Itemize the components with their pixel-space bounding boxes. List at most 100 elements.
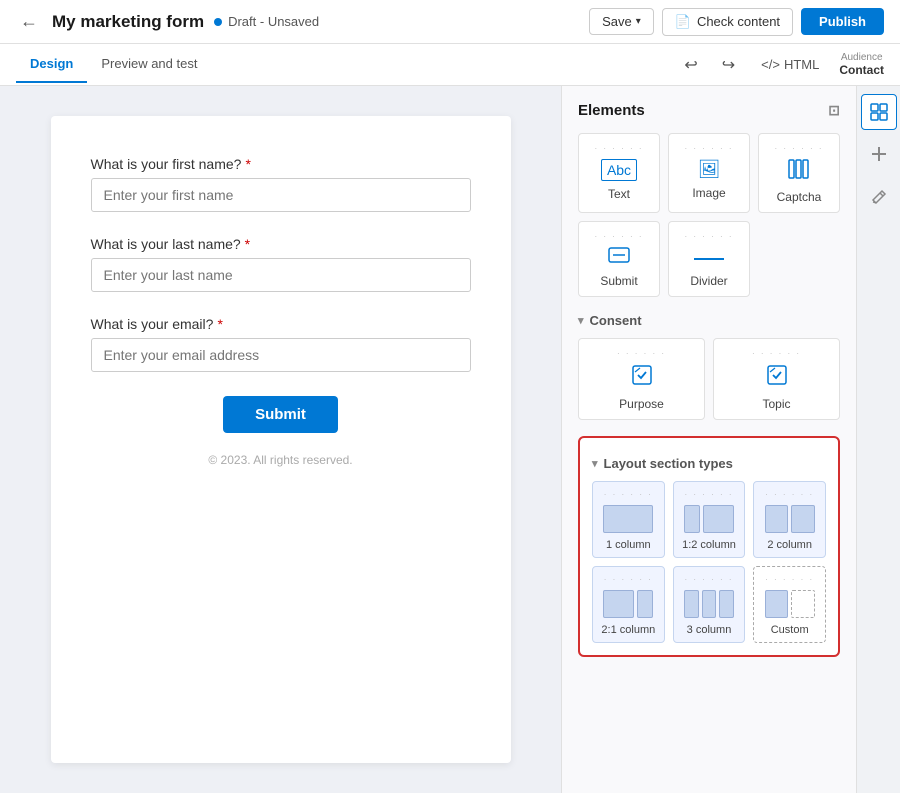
image-label: Image bbox=[692, 186, 725, 200]
element-divider[interactable]: · · · · · · Divider bbox=[668, 221, 750, 297]
layout-section-label: ▾ Layout section types bbox=[592, 456, 826, 471]
save-button[interactable]: Save ▾ bbox=[589, 8, 654, 35]
consent-section-label: ▾ Consent bbox=[578, 313, 840, 328]
elements-icon bbox=[870, 103, 888, 121]
audience-selector[interactable]: Audience Contact bbox=[839, 52, 884, 77]
edit-icon bbox=[870, 187, 888, 205]
page-title: My marketing form bbox=[52, 12, 204, 32]
collapse-icon[interactable]: ▾ bbox=[578, 314, 584, 327]
back-button[interactable]: ← bbox=[16, 7, 42, 36]
required-star-1: * bbox=[245, 156, 250, 172]
dots: · · · · · · bbox=[684, 144, 733, 153]
2col-icon bbox=[765, 505, 815, 533]
tab-preview[interactable]: Preview and test bbox=[87, 46, 211, 83]
element-topic[interactable]: · · · · · · Topic bbox=[713, 338, 840, 420]
dots: · · · · · · bbox=[617, 349, 666, 358]
sub-header: Design Preview and test ↩ ↪ </> HTML Aud… bbox=[0, 44, 900, 86]
form-card: What is your first name? * What is your … bbox=[51, 116, 511, 763]
consent-grid: · · · · · · Purpose · · · · · · bbox=[578, 338, 840, 420]
layout-2-1col[interactable]: · · · · · · 2:1 column bbox=[592, 566, 665, 643]
header: ← My marketing form Draft - Unsaved Save… bbox=[0, 0, 900, 44]
header-left: ← My marketing form Draft - Unsaved bbox=[16, 7, 577, 36]
divider-icon bbox=[694, 247, 724, 268]
strip-edit-button[interactable] bbox=[861, 178, 897, 214]
captcha-label: Captcha bbox=[777, 190, 822, 204]
text-label: Text bbox=[608, 187, 630, 201]
icon-strip bbox=[856, 86, 900, 793]
email-input[interactable] bbox=[91, 338, 471, 372]
field-label-email: What is your email? * bbox=[91, 316, 471, 332]
3col-icon bbox=[684, 590, 734, 618]
element-image[interactable]: · · · · · · 🖼 Image bbox=[668, 133, 750, 213]
undo-button[interactable]: ↩ bbox=[678, 51, 703, 79]
panel-title: Elements ⊡ bbox=[578, 102, 840, 119]
dots: · · · · · · bbox=[684, 490, 733, 499]
topic-label: Topic bbox=[762, 397, 790, 411]
dots: · · · · · · bbox=[604, 575, 653, 584]
3col-label: 3 column bbox=[687, 624, 732, 636]
firstname-input[interactable] bbox=[91, 178, 471, 212]
html-button[interactable]: </> HTML bbox=[753, 53, 827, 76]
submit-button[interactable]: Submit bbox=[223, 396, 338, 433]
chevron-down-icon: ▾ bbox=[636, 16, 641, 27]
layout-grid: · · · · · · 1 column · · · · · · bbox=[592, 481, 826, 643]
dots: · · · · · · bbox=[684, 575, 733, 584]
image-icon: 🖼 bbox=[698, 159, 721, 180]
check-content-button[interactable]: 📄 Check content bbox=[662, 8, 793, 36]
required-star-2: * bbox=[245, 236, 250, 252]
dots: · · · · · · bbox=[594, 232, 643, 241]
submit-label: Submit bbox=[600, 274, 637, 288]
element-text[interactable]: · · · · · · Abc Text bbox=[578, 133, 660, 213]
dots: · · · · · · bbox=[774, 144, 823, 153]
divider-label: Divider bbox=[690, 274, 727, 288]
dots: · · · · · · bbox=[594, 144, 643, 153]
draft-label: Draft - Unsaved bbox=[228, 14, 319, 29]
tab-design[interactable]: Design bbox=[16, 46, 87, 83]
panel-icon: ⊡ bbox=[828, 102, 840, 119]
layout-1-2col[interactable]: · · · · · · 1:2 column bbox=[673, 481, 746, 558]
topic-icon bbox=[766, 364, 788, 391]
dots: · · · · · · bbox=[765, 490, 814, 499]
submit-icon bbox=[608, 247, 630, 268]
strip-add-button[interactable] bbox=[861, 136, 897, 172]
captcha-icon bbox=[788, 159, 810, 184]
header-right: Save ▾ 📄 Check content Publish bbox=[589, 8, 884, 36]
field-group-firstname: What is your first name? * bbox=[91, 156, 471, 212]
tabs-container: Design Preview and test bbox=[16, 46, 211, 83]
layout-3col[interactable]: · · · · · · 3 column bbox=[673, 566, 746, 643]
layout-2col[interactable]: · · · · · · 2 column bbox=[753, 481, 826, 558]
right-panel: Elements ⊡ · · · · · · Abc Text · · · · … bbox=[561, 86, 900, 793]
dots: · · · · · · bbox=[765, 575, 814, 584]
audience-label: Audience bbox=[841, 52, 883, 63]
2col-label: 2 column bbox=[767, 539, 812, 551]
html-label: HTML bbox=[784, 57, 819, 72]
custom-label: Custom bbox=[771, 624, 809, 636]
lastname-input[interactable] bbox=[91, 258, 471, 292]
check-icon: 📄 bbox=[675, 14, 691, 30]
audience-value: Contact bbox=[839, 63, 884, 77]
draft-dot-icon bbox=[214, 18, 222, 26]
layout-1col[interactable]: · · · · · · 1 column bbox=[592, 481, 665, 558]
field-group-lastname: What is your last name? * bbox=[91, 236, 471, 292]
1-2col-label: 1:2 column bbox=[682, 539, 736, 551]
draft-badge: Draft - Unsaved bbox=[214, 14, 319, 29]
element-submit[interactable]: · · · · · · Submit bbox=[578, 221, 660, 297]
element-captcha[interactable]: · · · · · · Captcha bbox=[758, 133, 840, 213]
1-2col-icon bbox=[684, 505, 734, 533]
layout-custom[interactable]: · · · · · · Custom bbox=[753, 566, 826, 643]
purpose-label: Purpose bbox=[619, 397, 664, 411]
field-group-email: What is your email? * bbox=[91, 316, 471, 372]
strip-elements-button[interactable] bbox=[861, 94, 897, 130]
publish-button[interactable]: Publish bbox=[801, 8, 884, 35]
2-1col-icon bbox=[603, 590, 653, 618]
1col-label: 1 column bbox=[606, 539, 651, 551]
copyright-text: © 2023. All rights reserved. bbox=[91, 453, 471, 467]
add-icon bbox=[870, 145, 888, 163]
redo-button[interactable]: ↪ bbox=[716, 51, 741, 79]
sub-header-right: ↩ ↪ </> HTML Audience Contact bbox=[678, 51, 884, 79]
purpose-icon bbox=[631, 364, 653, 391]
layout-collapse-icon[interactable]: ▾ bbox=[592, 457, 598, 470]
dots: · · · · · · bbox=[684, 232, 733, 241]
custom-icon bbox=[765, 590, 815, 618]
element-purpose[interactable]: · · · · · · Purpose bbox=[578, 338, 705, 420]
